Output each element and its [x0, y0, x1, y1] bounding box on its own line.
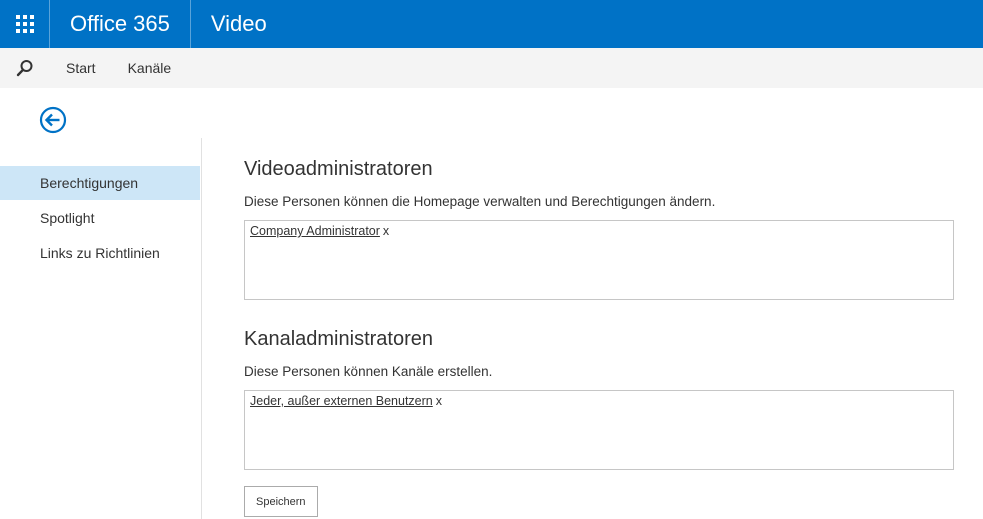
- nav-divider: [201, 138, 202, 519]
- video-admins-section: Videoadministratoren Diese Personen könn…: [244, 150, 954, 300]
- left-nav: Berechtigungen Spotlight Links zu Richtl…: [0, 166, 200, 271]
- app-name: Video: [210, 11, 267, 36]
- save-button[interactable]: Speichern: [244, 486, 318, 517]
- channel-admins-section: Kanaladministratoren Diese Personen könn…: [244, 320, 954, 470]
- app-launcher-icon: [15, 15, 34, 33]
- channel-admins-title: Kanaladministratoren: [244, 328, 433, 350]
- left-nav-item-spotlight[interactable]: Spotlight: [0, 201, 200, 235]
- search-button[interactable]: [0, 48, 50, 88]
- remove-person-button[interactable]: x: [436, 394, 442, 408]
- left-nav-item-permissions[interactable]: Berechtigungen: [0, 166, 200, 200]
- suite-bar: Office 365 Video: [0, 0, 983, 48]
- main-content: Videoadministratoren Diese Personen könn…: [244, 150, 954, 517]
- left-nav-item-policy-links[interactable]: Links zu Richtlinien: [0, 236, 200, 270]
- back-arrow-icon: [39, 106, 67, 134]
- search-icon: [16, 60, 33, 77]
- video-admins-title: Videoadministratoren: [244, 158, 433, 180]
- back-button[interactable]: [39, 106, 67, 134]
- channel-admins-people-picker[interactable]: Jeder, außer externen Benutzern x: [244, 390, 954, 470]
- nav-link-start[interactable]: Start: [50, 48, 112, 88]
- video-admins-people-picker[interactable]: Company Administrator x: [244, 220, 954, 300]
- command-bar: Start Kanäle: [0, 48, 983, 88]
- video-admins-description: Diese Personen können die Homepage verwa…: [244, 194, 716, 209]
- remove-person-button[interactable]: x: [383, 224, 389, 238]
- person-link[interactable]: Jeder, außer externen Benutzern: [250, 394, 433, 408]
- person-link[interactable]: Company Administrator: [250, 224, 380, 238]
- app-launcher-button[interactable]: [0, 0, 50, 48]
- brand-link[interactable]: Office 365: [50, 0, 191, 48]
- nav-link-channels[interactable]: Kanäle: [112, 48, 188, 88]
- channel-admins-description: Diese Personen können Kanäle erstellen.: [244, 364, 493, 379]
